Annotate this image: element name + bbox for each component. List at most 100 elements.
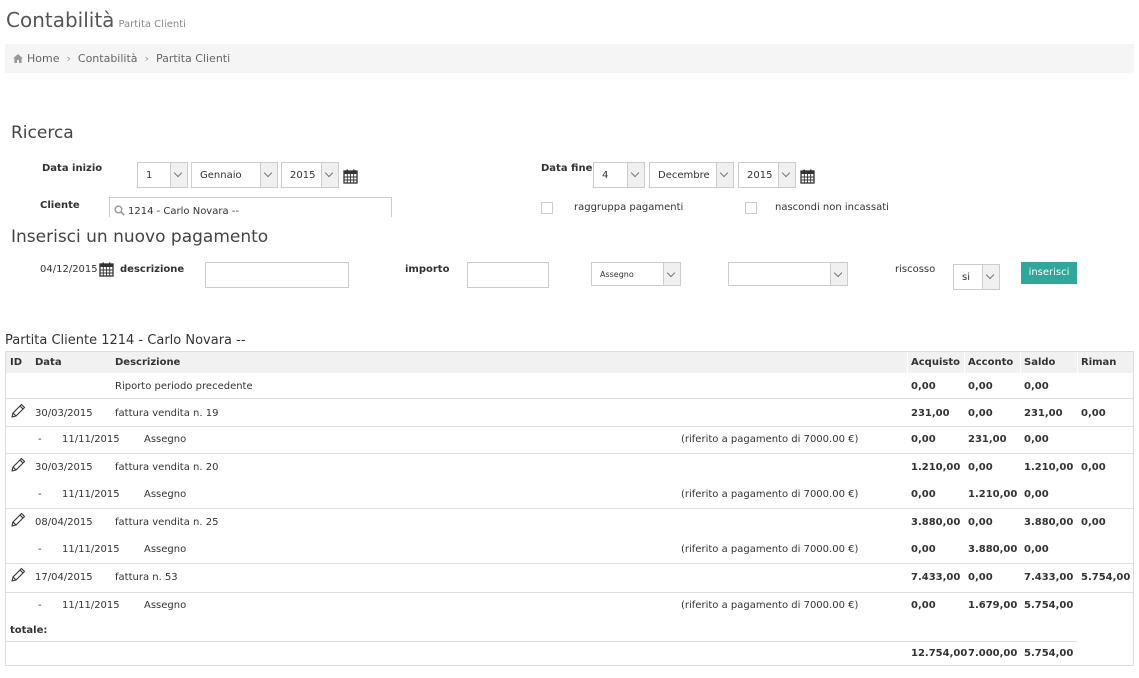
page-title-text: Contabilità (6, 8, 115, 32)
total-saldo: 5.754,00 (1024, 648, 1074, 659)
description-input[interactable] (205, 262, 349, 288)
pencil-icon[interactable] (10, 403, 26, 419)
payment-method: Assegno (144, 600, 187, 611)
calendar-icon[interactable] (343, 169, 358, 184)
payment-method: Assegno (144, 434, 187, 445)
breadcrumb-item-partita-clienti: Partita Clienti (155, 52, 231, 65)
home-icon (13, 54, 23, 63)
hide-uncollected-checkbox[interactable] (745, 202, 757, 214)
end-day-value: 4 (602, 170, 609, 181)
payment-account-select[interactable] (728, 262, 848, 286)
invoice-date: 30/03/2015 (35, 462, 93, 473)
payment-acconto: 231,00 (968, 434, 1007, 445)
column-header-id: ID (10, 357, 23, 368)
invoice-acconto: 0,00 (968, 408, 993, 419)
column-header-saldo: Saldo (1024, 357, 1056, 368)
end-day-select[interactable]: 4 (593, 162, 645, 188)
hide-uncollected-label: nascondi non incassati (775, 202, 889, 213)
collected-select[interactable]: si (953, 264, 1000, 290)
payment-reference: (riferito a pagamento di 7000.00 €) (681, 544, 859, 555)
chevron-down-icon (716, 163, 733, 187)
pencil-icon[interactable] (10, 567, 26, 583)
payment-acconto: 3.880,00 (968, 544, 1018, 555)
payment-method-value: Assegno (600, 270, 634, 279)
payment-reference: (riferito a pagamento di 7000.00 €) (681, 489, 859, 500)
invoice-acquisto: 1.210,00 (911, 462, 961, 473)
page-subtitle: Partita Clienti (118, 19, 186, 30)
calendar-icon[interactable] (800, 169, 815, 184)
end-year-select[interactable]: 2015 (738, 162, 796, 188)
invoice-saldo: 1.210,00 (1024, 462, 1074, 473)
start-month-value: Gennaio (200, 170, 242, 181)
chevron-down-icon (170, 163, 187, 187)
start-month-select[interactable]: Gennaio (191, 162, 278, 188)
client-search-input[interactable]: 1214 - Carlo Novara -- (109, 197, 392, 217)
end-year-value: 2015 (747, 170, 773, 181)
invoice-acquisto: 231,00 (911, 408, 950, 419)
chevron-down-icon (627, 163, 644, 187)
payment-method-select[interactable]: Assegno (591, 262, 681, 286)
client-value: 1214 - Carlo Novara -- (128, 206, 239, 217)
payment-saldo: 0,00 (1024, 434, 1049, 445)
invoice-date: 30/03/2015 (35, 408, 93, 419)
payment-acconto: 1.679,00 (968, 600, 1018, 611)
carry-over-saldo: 0,00 (1024, 381, 1049, 392)
client-label: Cliente (40, 200, 80, 211)
invoice-saldo: 231,00 (1024, 408, 1063, 419)
end-month-value: Decembre (658, 170, 710, 181)
column-header-data: Data (35, 357, 62, 368)
payment-date: 11/11/2015 (62, 489, 120, 500)
column-header-acquisto: Acquisto (911, 357, 960, 368)
pencil-icon[interactable] (10, 457, 26, 473)
breadcrumb-separator: › (144, 52, 149, 65)
insert-button[interactable]: inserisci (1021, 262, 1077, 284)
payment-saldo: 0,00 (1024, 489, 1049, 500)
invoice-riman: 0,00 (1081, 517, 1106, 528)
start-year-select[interactable]: 2015 (281, 162, 339, 188)
payment-date: 11/11/2015 (62, 544, 120, 555)
invoice-acquisto: 3.880,00 (911, 517, 961, 528)
breadcrumb-item-contabilita[interactable]: Contabilità (78, 52, 138, 65)
payment-acquisto: 0,00 (911, 600, 936, 611)
column-header-descrizione: Descrizione (115, 357, 181, 368)
chevron-down-icon (778, 163, 795, 187)
payment-acquisto: 0,00 (911, 434, 936, 445)
payment-dash: - (38, 544, 42, 555)
total-label: totale: (10, 625, 48, 636)
pencil-icon[interactable] (10, 512, 26, 528)
new-payment-section-title: Inserisci un nuovo pagamento (11, 227, 269, 247)
chevron-down-icon (321, 163, 338, 187)
invoice-acconto: 0,00 (968, 517, 993, 528)
payment-acconto: 1.210,00 (968, 489, 1018, 500)
invoice-saldo: 3.880,00 (1024, 517, 1074, 528)
breadcrumb-separator: › (66, 52, 71, 65)
group-payments-checkbox[interactable] (541, 202, 553, 214)
invoice-date: 08/04/2015 (35, 517, 93, 528)
end-month-select[interactable]: Decembre (649, 162, 734, 188)
carry-over-acquisto: 0,00 (911, 381, 936, 392)
start-day-value: 1 (146, 170, 153, 181)
breadcrumb-home[interactable]: Home (13, 52, 59, 65)
amount-input[interactable] (467, 262, 549, 288)
invoice-description: fattura n. 53 (115, 572, 178, 583)
start-day-select[interactable]: 1 (137, 162, 188, 188)
carry-over-description: Riporto periodo precedente (115, 381, 253, 392)
page-title: Contabilità Partita Clienti (6, 8, 186, 32)
payment-dash: - (38, 489, 42, 500)
chevron-down-icon (663, 263, 680, 285)
search-icon (114, 205, 125, 216)
invoice-description: fattura vendita n. 20 (115, 462, 219, 473)
invoice-description: fattura vendita n. 25 (115, 517, 219, 528)
invoice-acconto: 0,00 (968, 462, 993, 473)
table-header: ID Data Descrizione Acquisto Acconto Sal… (6, 352, 1133, 373)
start-year-value: 2015 (290, 170, 316, 181)
calendar-icon[interactable] (99, 262, 114, 277)
invoice-riman: 5.754,00 (1081, 572, 1131, 583)
payment-date: 11/11/2015 (62, 434, 120, 445)
payment-acquisto: 0,00 (911, 544, 936, 555)
collected-label: riscosso (895, 264, 936, 275)
payment-method: Assegno (144, 489, 187, 500)
payment-dash: - (38, 600, 42, 611)
ledger-title: Partita Cliente 1214 - Carlo Novara -- (5, 333, 246, 348)
invoice-riman: 0,00 (1081, 462, 1106, 473)
